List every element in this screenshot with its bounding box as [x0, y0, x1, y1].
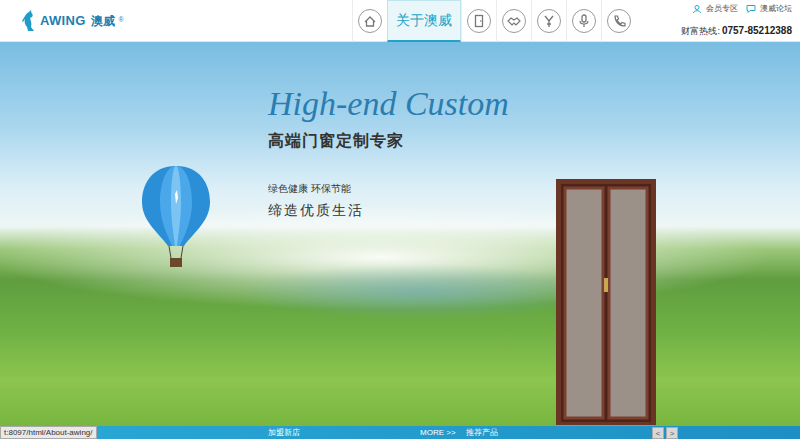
home-icon: [362, 13, 378, 29]
door-icon-svg: [555, 178, 657, 426]
member-icon-svg: [692, 4, 702, 14]
nav-icon-button[interactable]: [566, 0, 601, 42]
nav-icon-circle: [572, 9, 596, 33]
bottom-bar-link[interactable]: 加盟新店: [268, 426, 300, 439]
header-info: 会员专区 澳威论坛财富热线:0757-85212388: [673, 0, 800, 41]
nav-icon-circle: [607, 9, 631, 33]
header-link-label: 会员专区: [706, 3, 738, 15]
nav-icon-button[interactable]: [352, 0, 387, 42]
microphone-icon: [576, 13, 592, 29]
kangaroo-icon-svg: [20, 10, 36, 32]
next-button[interactable]: >: [666, 427, 678, 439]
home-icon-svg: [362, 13, 378, 29]
phone-icon: [611, 13, 627, 29]
header: AWING 澳威 ® 关于澳威 会员专区 澳威论坛财富热线:0757-85212388: [0, 0, 800, 42]
logo[interactable]: AWING 澳威 ®: [0, 0, 352, 41]
microphone-icon-svg: [576, 13, 592, 29]
door-icon: [555, 178, 657, 426]
door-icon: [471, 13, 487, 29]
handshake-icon: [506, 13, 522, 29]
balloon-icon: [140, 164, 212, 270]
nav-icon-button[interactable]: [531, 0, 566, 42]
hero-subtitle: 高端门窗定制专家: [268, 129, 509, 153]
prev-button[interactable]: <: [652, 427, 664, 439]
nav-icon-button[interactable]: [601, 0, 636, 42]
nav-icon-circle: [537, 9, 561, 33]
phone-icon-svg: [611, 13, 627, 29]
kangaroo-icon: [20, 10, 36, 32]
header-links: 会员专区 澳威论坛: [681, 3, 792, 15]
header-link-label: 澳威论坛: [760, 3, 792, 15]
person-icon-svg: [541, 13, 557, 29]
nav-icon-circle: [467, 9, 491, 33]
handshake-icon-svg: [506, 13, 522, 29]
hero-slogan: 缔造优质生活: [268, 200, 509, 221]
hero-banner: High-end Custom 高端门窗定制专家绿色健康 环保节能缔造优质生活: [0, 42, 800, 426]
logo-reg: ®: [119, 15, 124, 26]
logo-brand: AWING: [40, 11, 86, 31]
person-icon: [541, 13, 557, 29]
member-icon: [692, 4, 702, 14]
header-link[interactable]: 会员专区: [692, 3, 738, 15]
bottom-bar-link[interactable]: 推荐产品: [466, 426, 498, 439]
bottom-bar: 加盟新店 MORE >> 推荐产品 <>: [0, 426, 800, 439]
hotline-number: 0757-85212388: [722, 23, 792, 38]
header-link[interactable]: 澳威论坛: [746, 3, 792, 15]
nav-icon-button[interactable]: [461, 0, 496, 42]
nav-tab[interactable]: 关于澳威: [387, 0, 461, 42]
bottom-bar-link[interactable]: MORE >>: [420, 426, 456, 439]
forum-icon-svg: [746, 4, 756, 14]
carousel-arrows: <>: [650, 427, 678, 439]
forum-icon: [746, 4, 756, 14]
status-bar: t:8097/html/About-awing/: [0, 426, 97, 439]
door-icon-svg: [471, 13, 487, 29]
hero-title: High-end Custom: [268, 84, 509, 123]
nav-icon-circle: [502, 9, 526, 33]
nav-icon-button[interactable]: [496, 0, 531, 42]
page: AWING 澳威 ® 关于澳威 会员专区 澳威论坛财富热线:0757-85212388 Hi…: [0, 0, 800, 439]
main-nav: 关于澳威: [352, 0, 636, 41]
header-spacer: [636, 0, 673, 41]
nav-icon-circle: [358, 9, 382, 33]
logo-cn: 澳威: [91, 12, 115, 30]
hotline-label: 财富热线:: [681, 25, 720, 39]
hero-text: High-end Custom 高端门窗定制专家绿色健康 环保节能缔造优质生活: [268, 84, 509, 221]
hotline: 财富热线:0757-85212388: [681, 23, 792, 39]
balloon-icon-svg: [140, 164, 212, 270]
hero-slogan-small: 绿色健康 环保节能: [268, 181, 509, 196]
